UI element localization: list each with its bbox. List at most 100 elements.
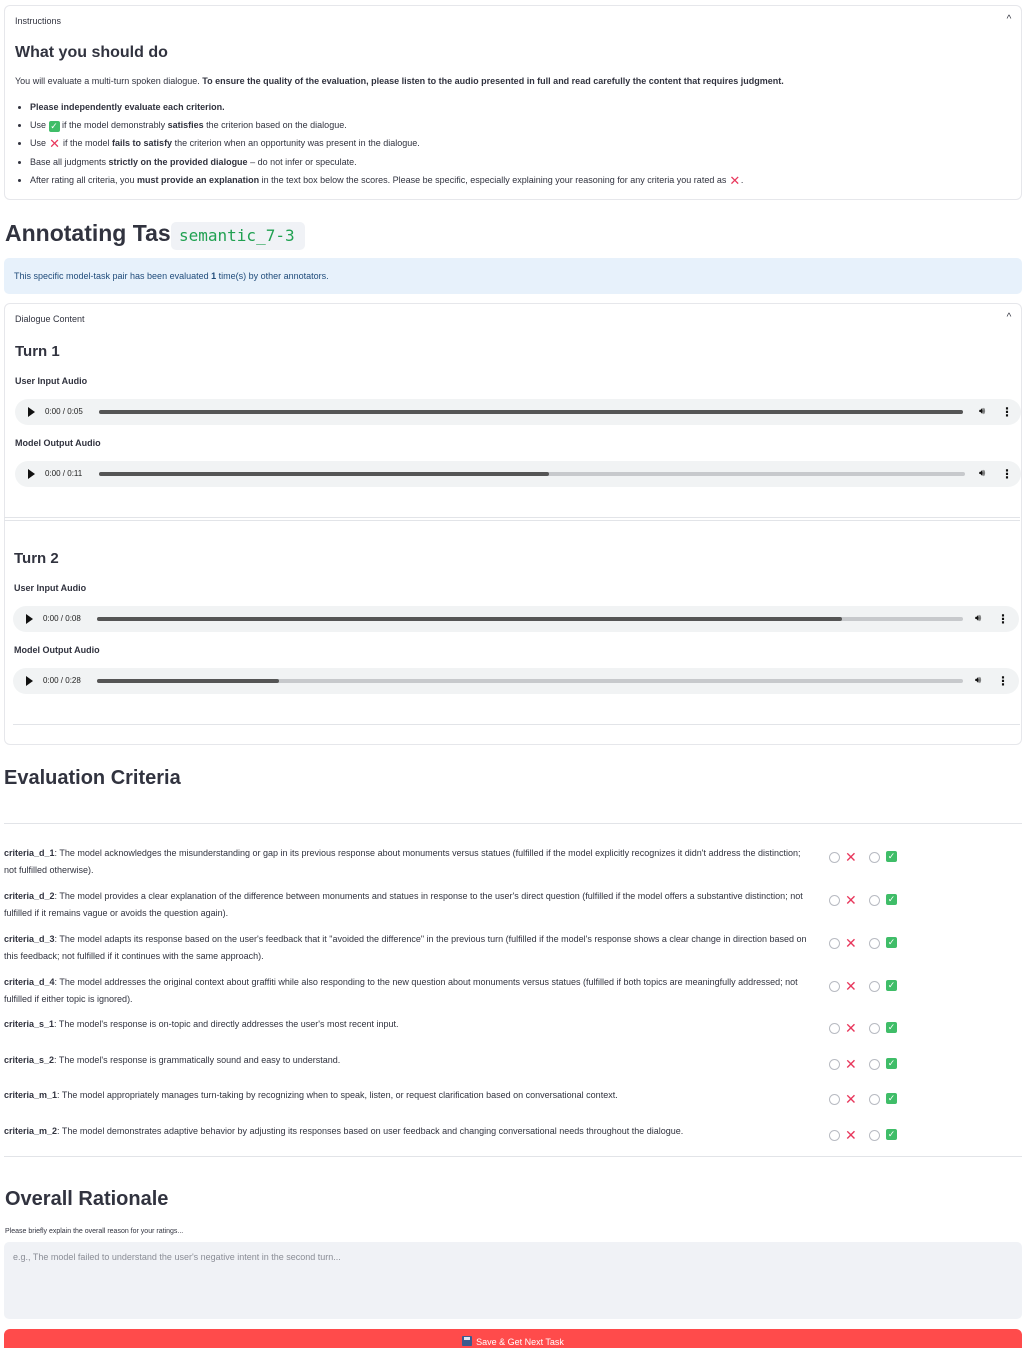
criteria-id: criteria_m_1 — [4, 1090, 58, 1100]
check-icon: ✓ — [886, 980, 897, 991]
radio-fail[interactable] — [829, 1059, 840, 1070]
criteria-text: criteria_s_2: The model's response is gr… — [4, 1052, 814, 1069]
divider — [4, 823, 1022, 824]
list-item: Please independently evaluate each crite… — [30, 98, 743, 116]
criteria-id: criteria_d_2 — [4, 891, 55, 901]
model-audio-player[interactable]: 0:00 / 0:11 🔊︎ ⋮ — [15, 461, 1021, 487]
user-audio-player[interactable]: 0:00 / 0:08 🔊︎ ⋮ — [13, 606, 1019, 632]
floppy-disk-icon — [462, 1336, 473, 1346]
radio-pass[interactable] — [869, 981, 880, 992]
cross-icon: ✕ — [845, 935, 857, 951]
radio-fail[interactable] — [829, 1094, 840, 1105]
criteria-id: criteria_m_2 — [4, 1126, 58, 1136]
divider — [4, 517, 1020, 518]
list-item: Use ✕ if the model fails to satisfy the … — [30, 134, 743, 152]
cross-icon: ✕ — [845, 849, 857, 865]
radio-pass[interactable] — [869, 895, 880, 906]
model-audio-label: Model Output Audio — [15, 438, 101, 448]
criteria-description: : The model's response is on-topic and d… — [54, 1019, 399, 1029]
radio-pass[interactable] — [869, 938, 880, 949]
radio-pass[interactable] — [869, 852, 880, 863]
volume-icon[interactable]: 🔊︎ — [979, 406, 985, 418]
cross-icon: ✕ — [729, 172, 741, 188]
volume-icon[interactable]: 🔊︎ — [975, 613, 981, 625]
criteria-description: : The model addresses the original conte… — [4, 977, 798, 1004]
volume-icon[interactable]: 🔊︎ — [979, 468, 985, 480]
task-code: semantic_7-3 — [171, 222, 305, 250]
cross-icon: ✕ — [845, 1056, 857, 1072]
evaluation-title: Evaluation Criteria — [4, 767, 181, 789]
radio-fail[interactable] — [829, 1130, 840, 1141]
audio-time: 0:00 / 0:28 — [43, 676, 81, 685]
task-heading: Annotating Task: — [5, 220, 192, 246]
radio-fail[interactable] — [829, 852, 840, 863]
criteria-text: criteria_d_2: The model provides a clear… — [4, 888, 814, 922]
criteria-id: criteria_d_3 — [4, 934, 55, 944]
model-audio-player[interactable]: 0:00 / 0:28 🔊︎ ⋮ — [13, 668, 1019, 694]
divider — [13, 724, 1020, 725]
more-options-icon[interactable]: ⋮ — [1001, 405, 1013, 419]
criteria-description: : The model demonstrates adaptive behavi… — [57, 1126, 684, 1136]
evaluation-count-info: This specific model-task pair has been e… — [4, 258, 1022, 294]
criteria-description: : The model's response is grammatically … — [54, 1055, 341, 1065]
audio-time: 0:00 / 0:11 — [45, 469, 83, 478]
chevron-up-icon[interactable]: ^ — [1003, 312, 1015, 324]
rationale-label: Please briefly explain the overall reaso… — [5, 1228, 184, 1235]
audio-time: 0:00 / 0:08 — [43, 614, 81, 623]
radio-fail[interactable] — [829, 938, 840, 949]
play-icon[interactable] — [26, 676, 33, 686]
check-icon: ✓ — [886, 851, 897, 862]
audio-seek-bar[interactable] — [99, 472, 965, 476]
volume-icon[interactable]: 🔊︎ — [975, 675, 981, 687]
cross-icon: ✕ — [845, 1127, 857, 1143]
user-audio-label: User Input Audio — [14, 583, 87, 593]
chevron-up-icon[interactable]: ^ — [1003, 14, 1015, 26]
radio-pass[interactable] — [869, 1059, 880, 1070]
user-audio-label: User Input Audio — [15, 376, 88, 386]
rationale-textarea[interactable]: e.g., The model failed to understand the… — [4, 1242, 1022, 1319]
divider — [4, 520, 1020, 521]
audio-progress — [97, 617, 842, 621]
instructions-title: What you should do — [15, 44, 168, 61]
radio-fail[interactable] — [829, 895, 840, 906]
more-options-icon[interactable]: ⋮ — [997, 612, 1009, 626]
audio-progress — [99, 472, 550, 476]
list-item: Base all judgments strictly on the provi… — [30, 153, 743, 171]
cross-icon: ✕ — [49, 136, 60, 152]
check-icon: ✓ — [886, 937, 897, 948]
criteria-id: criteria_s_2 — [4, 1055, 55, 1065]
radio-pass[interactable] — [869, 1130, 880, 1141]
audio-time: 0:00 / 0:05 — [45, 407, 83, 416]
more-options-icon[interactable]: ⋮ — [997, 674, 1009, 688]
user-audio-player[interactable]: 0:00 / 0:05 🔊︎ ⋮ — [15, 399, 1021, 425]
criteria-text: criteria_d_3: The model adapts its respo… — [4, 931, 814, 965]
play-icon[interactable] — [26, 614, 33, 624]
audio-seek-bar[interactable] — [97, 679, 963, 683]
audio-seek-bar[interactable] — [99, 410, 963, 414]
criteria-text: criteria_d_1: The model acknowledges the… — [4, 845, 814, 879]
more-options-icon[interactable]: ⋮ — [1001, 467, 1013, 481]
radio-fail[interactable] — [829, 981, 840, 992]
cross-icon: ✕ — [845, 978, 857, 994]
cross-icon: ✕ — [845, 892, 857, 908]
model-audio-label: Model Output Audio — [14, 645, 100, 655]
criteria-description: : The model adapts its response based on… — [4, 934, 807, 961]
audio-seek-bar[interactable] — [97, 617, 963, 621]
audio-progress — [99, 410, 963, 414]
play-icon[interactable] — [28, 469, 35, 479]
criteria-id: criteria_d_4 — [4, 977, 55, 987]
criteria-text: criteria_m_2: The model demonstrates ada… — [4, 1123, 814, 1140]
criteria-description: : The model acknowledges the misundersta… — [4, 848, 801, 875]
audio-progress — [97, 679, 279, 683]
dialogue-header[interactable]: Dialogue Content — [15, 314, 85, 324]
instructions-header[interactable]: Instructions — [15, 16, 61, 26]
check-icon: ✓ — [886, 1129, 897, 1140]
turn-title: Turn 1 — [15, 343, 60, 360]
check-icon: ✓ — [886, 894, 897, 905]
radio-pass[interactable] — [869, 1094, 880, 1105]
play-icon[interactable] — [28, 407, 35, 417]
divider — [4, 1156, 1022, 1157]
radio-fail[interactable] — [829, 1023, 840, 1034]
radio-pass[interactable] — [869, 1023, 880, 1034]
save-next-button[interactable]: Save & Get Next Task — [4, 1329, 1022, 1348]
